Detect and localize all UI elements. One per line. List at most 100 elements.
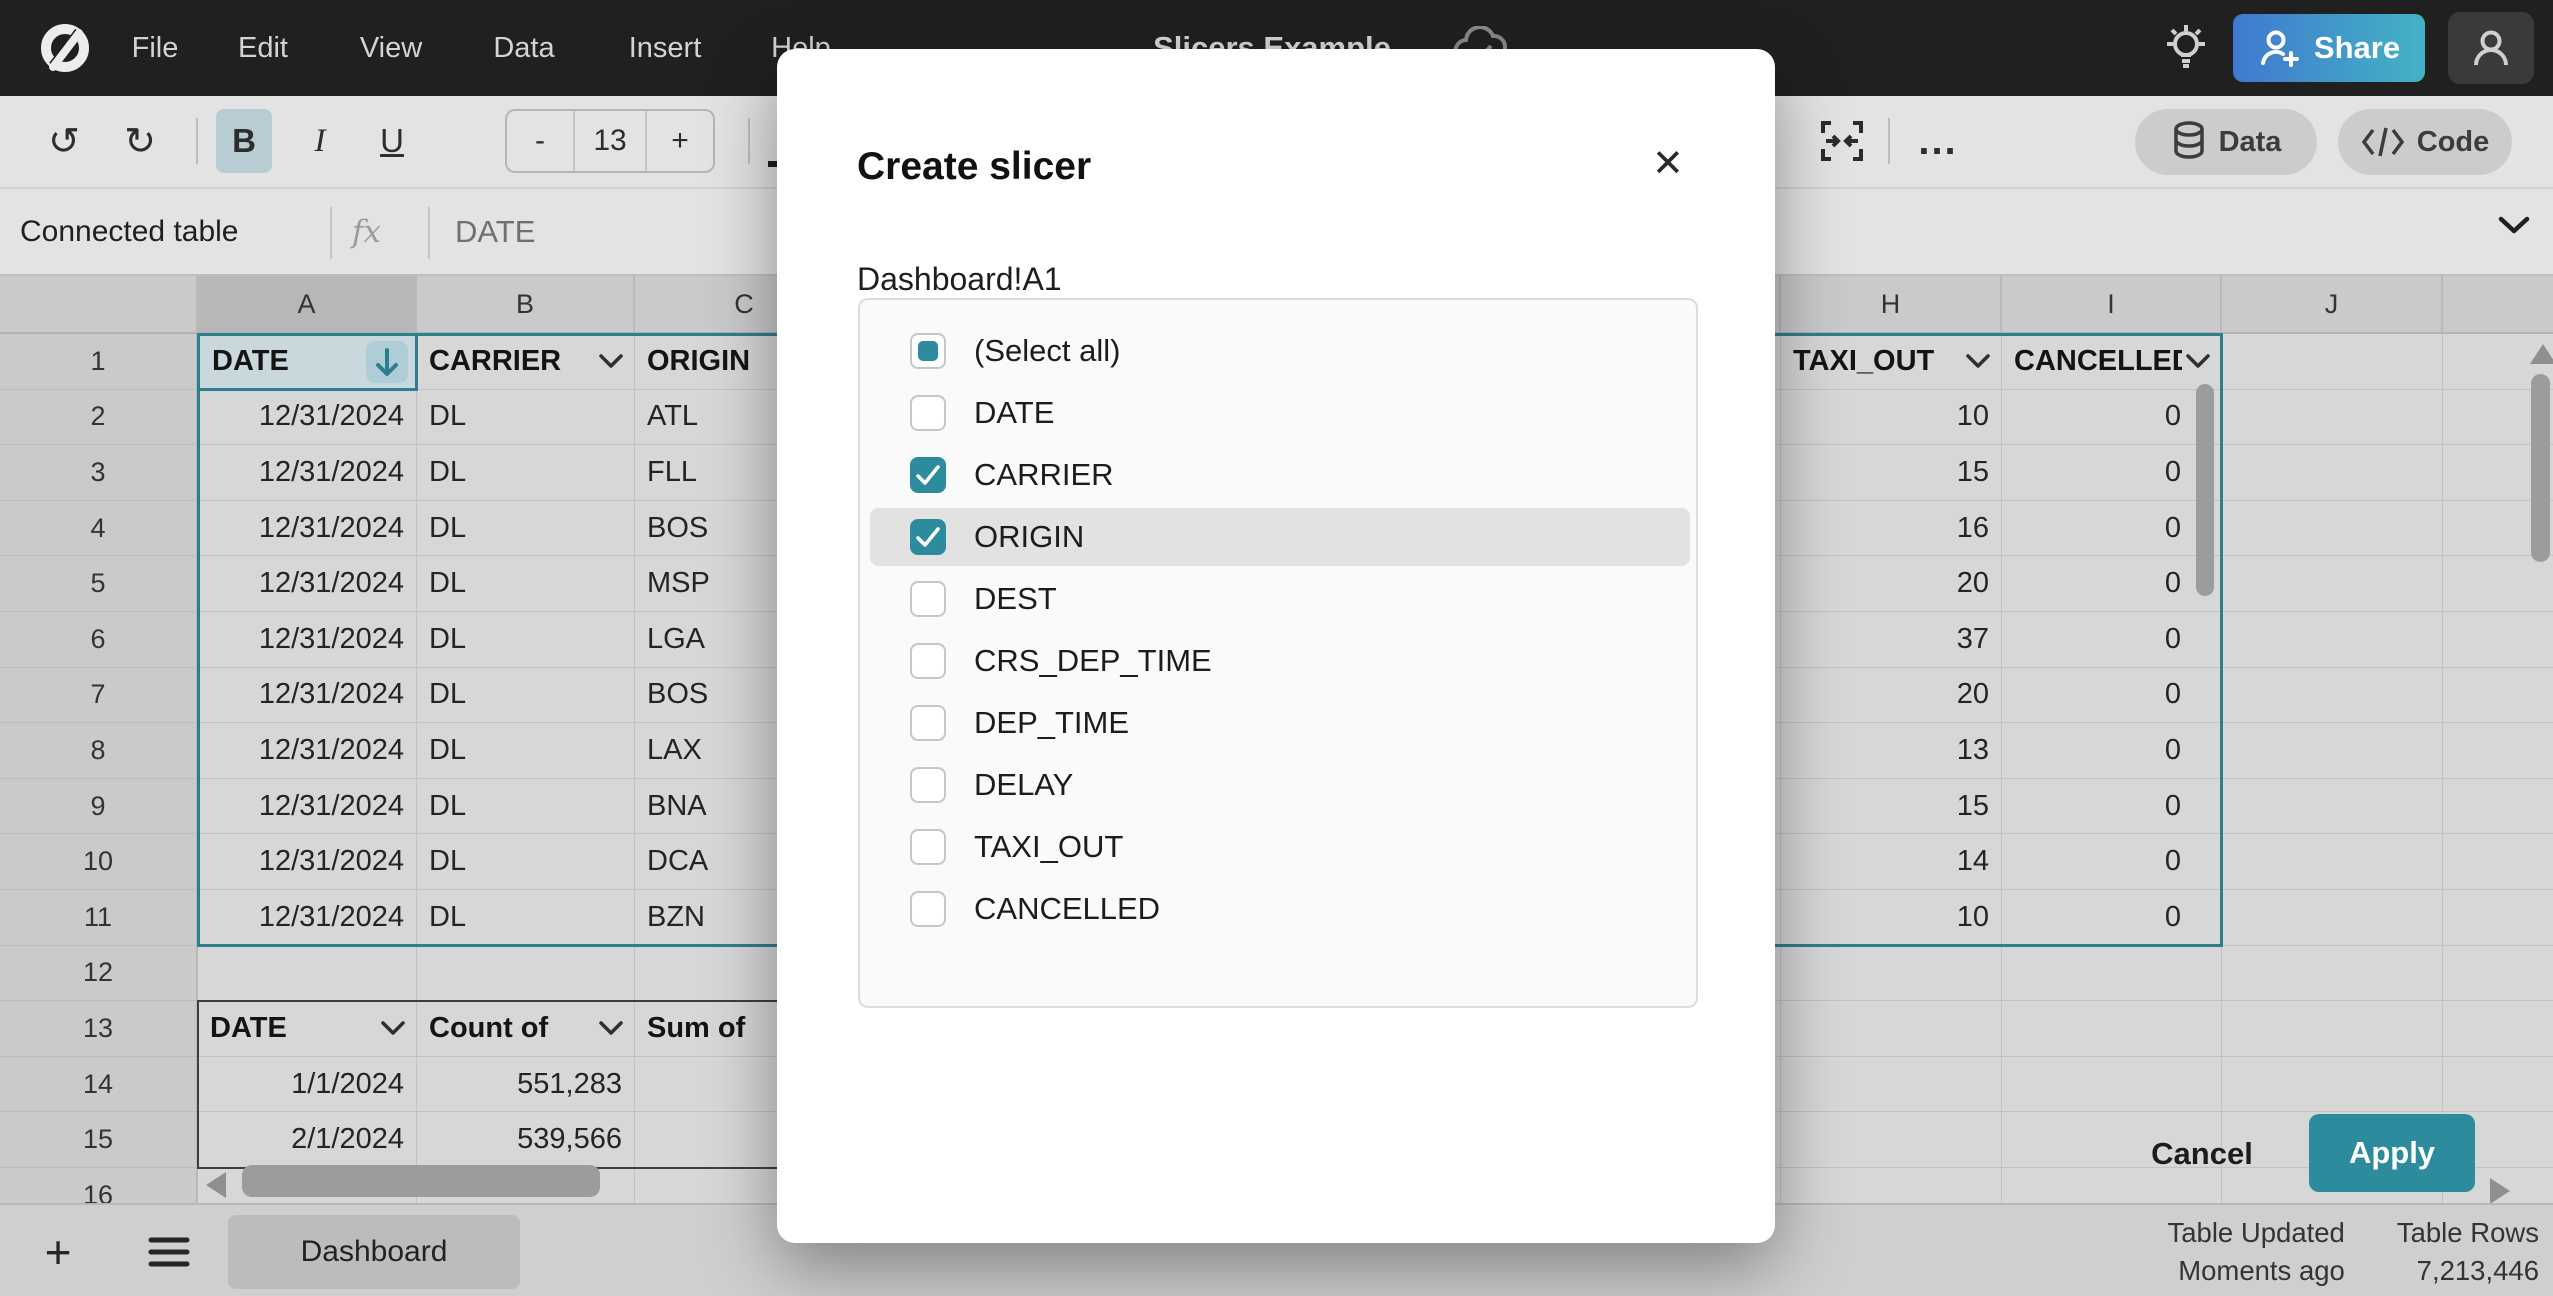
slicer-item-taxi-out[interactable]: TAXI_OUT: [870, 818, 1690, 876]
grid-cell[interactable]: 0: [2002, 612, 2222, 668]
checkbox-checked-icon[interactable]: [910, 519, 946, 555]
grid-cell[interactable]: 1/1/2024: [198, 1057, 417, 1113]
grid-cell[interactable]: DL: [417, 834, 635, 890]
row-header-4[interactable]: 4: [0, 501, 198, 557]
grid-corner[interactable]: [0, 276, 198, 334]
grid-cell[interactable]: [2222, 1001, 2443, 1057]
grid-cell[interactable]: [1781, 1057, 2002, 1113]
checkbox-indeterminate-icon[interactable]: [910, 333, 946, 369]
grid-cell[interactable]: [2222, 834, 2443, 890]
grid-cell[interactable]: [2002, 946, 2222, 1002]
grid-cell[interactable]: [2222, 946, 2443, 1002]
slicer-item-date[interactable]: DATE: [870, 384, 1690, 442]
chevron-down-icon[interactable]: [1965, 353, 1991, 369]
grid-cell[interactable]: [2443, 723, 2553, 779]
lightbulb-icon[interactable]: [2160, 22, 2212, 74]
grid-cell[interactable]: 12/31/2024: [198, 890, 417, 946]
slicer-item-delay[interactable]: DELAY: [870, 756, 1690, 814]
checkbox-unchecked-icon[interactable]: [910, 767, 946, 803]
grid-cell[interactable]: [198, 946, 417, 1002]
grid-cell[interactable]: [2443, 668, 2553, 724]
row-header-16[interactable]: 16: [0, 1168, 198, 1203]
grid-cell[interactable]: [2222, 668, 2443, 724]
apply-button[interactable]: Apply: [2309, 1114, 2475, 1192]
slicer-item-origin[interactable]: ORIGIN: [870, 508, 1690, 566]
column-header-J[interactable]: J: [2222, 276, 2443, 334]
grid-cell[interactable]: 10: [1781, 390, 2002, 446]
menu-view[interactable]: View: [360, 0, 422, 96]
grid-cell[interactable]: 12/31/2024: [198, 834, 417, 890]
grid-cell[interactable]: [2443, 1001, 2553, 1057]
underline-button[interactable]: U: [364, 109, 420, 173]
grid-cell[interactable]: [2443, 556, 2553, 612]
grid-cell[interactable]: [2222, 612, 2443, 668]
grid-cell[interactable]: [2222, 779, 2443, 835]
grid-cell[interactable]: DATE: [198, 1001, 417, 1057]
grid-cell[interactable]: 12/31/2024: [198, 445, 417, 501]
code-panel-button[interactable]: Code: [2338, 109, 2512, 175]
slicer-item-dest[interactable]: DEST: [870, 570, 1690, 628]
grid-cell[interactable]: 20: [1781, 556, 2002, 612]
quadratic-logo-icon[interactable]: [38, 21, 92, 75]
grid-cell[interactable]: 12/31/2024: [198, 501, 417, 557]
italic-button[interactable]: I: [292, 109, 348, 173]
grid-cell[interactable]: 0: [2002, 723, 2222, 779]
grid-cell[interactable]: DL: [417, 501, 635, 557]
grid-cell[interactable]: [2443, 946, 2553, 1002]
slicer-item-carrier[interactable]: CARRIER: [870, 446, 1690, 504]
grid-cell[interactable]: DL: [417, 556, 635, 612]
grid-cell[interactable]: Count of: [417, 1001, 635, 1057]
grid-cell[interactable]: [1781, 1001, 2002, 1057]
redo-button[interactable]: ↻: [112, 109, 168, 173]
row-header-1[interactable]: 1: [0, 334, 198, 390]
grid-cell[interactable]: 12/31/2024: [198, 390, 417, 446]
grid-cell[interactable]: 551,283: [417, 1057, 635, 1113]
grid-cell[interactable]: 20: [1781, 668, 2002, 724]
grid-cell[interactable]: 12/31/2024: [198, 612, 417, 668]
checkbox-unchecked-icon[interactable]: [910, 891, 946, 927]
column-header-H[interactable]: H: [1781, 276, 2002, 334]
share-button[interactable]: Share: [2233, 14, 2425, 82]
checkbox-checked-icon[interactable]: [910, 457, 946, 493]
grid-cell[interactable]: DL: [417, 390, 635, 446]
font-size-value[interactable]: 13: [573, 111, 647, 171]
row-header-8[interactable]: 8: [0, 723, 198, 779]
close-icon[interactable]: ✕: [1652, 145, 1684, 183]
grid-cell[interactable]: DL: [417, 445, 635, 501]
grid-cell[interactable]: [2222, 334, 2443, 390]
grid-cell[interactable]: DL: [417, 890, 635, 946]
cell-a1-selected[interactable]: DATE: [197, 333, 418, 391]
grid-cell[interactable]: 0: [2002, 501, 2222, 557]
grid-cell[interactable]: 14: [1781, 834, 2002, 890]
sheet-tab-dashboard[interactable]: Dashboard: [228, 1215, 520, 1289]
grid-cell[interactable]: [2443, 612, 2553, 668]
data-panel-button[interactable]: Data: [2135, 109, 2317, 175]
grid-cell[interactable]: DL: [417, 612, 635, 668]
grid-cell[interactable]: 10: [1781, 890, 2002, 946]
row-header-9[interactable]: 9: [0, 779, 198, 835]
chevron-down-icon[interactable]: [598, 1020, 624, 1036]
menu-data[interactable]: Data: [493, 0, 554, 96]
bold-button[interactable]: B: [216, 109, 272, 173]
grid-cell[interactable]: [2222, 390, 2443, 446]
row-header-3[interactable]: 3: [0, 445, 198, 501]
grid-cell[interactable]: [2222, 445, 2443, 501]
grid-cell[interactable]: [2222, 1057, 2443, 1113]
grid-cell[interactable]: [1781, 946, 2002, 1002]
vertical-scrollbar-thumb[interactable]: [2531, 374, 2550, 562]
checkbox-unchecked-icon[interactable]: [910, 829, 946, 865]
more-options-button[interactable]: ...: [1908, 109, 1968, 173]
sheet-list-button[interactable]: [136, 1205, 202, 1296]
grid-cell[interactable]: 539,566: [417, 1112, 635, 1168]
horizontal-scrollbar-thumb[interactable]: [242, 1165, 600, 1197]
grid-cell[interactable]: [1781, 1168, 2002, 1203]
grid-cell[interactable]: 0: [2002, 890, 2222, 946]
grid-cell[interactable]: CANCELLED: [2002, 334, 2222, 390]
grid-cell[interactable]: DL: [417, 668, 635, 724]
grid-cell[interactable]: [417, 946, 635, 1002]
grid-cell[interactable]: 0: [2002, 668, 2222, 724]
row-header-13[interactable]: 13: [0, 1001, 198, 1057]
grid-cell[interactable]: 12/31/2024: [198, 779, 417, 835]
slicer-item-dep-time[interactable]: DEP_TIME: [870, 694, 1690, 752]
grid-cell[interactable]: 12/31/2024: [198, 668, 417, 724]
